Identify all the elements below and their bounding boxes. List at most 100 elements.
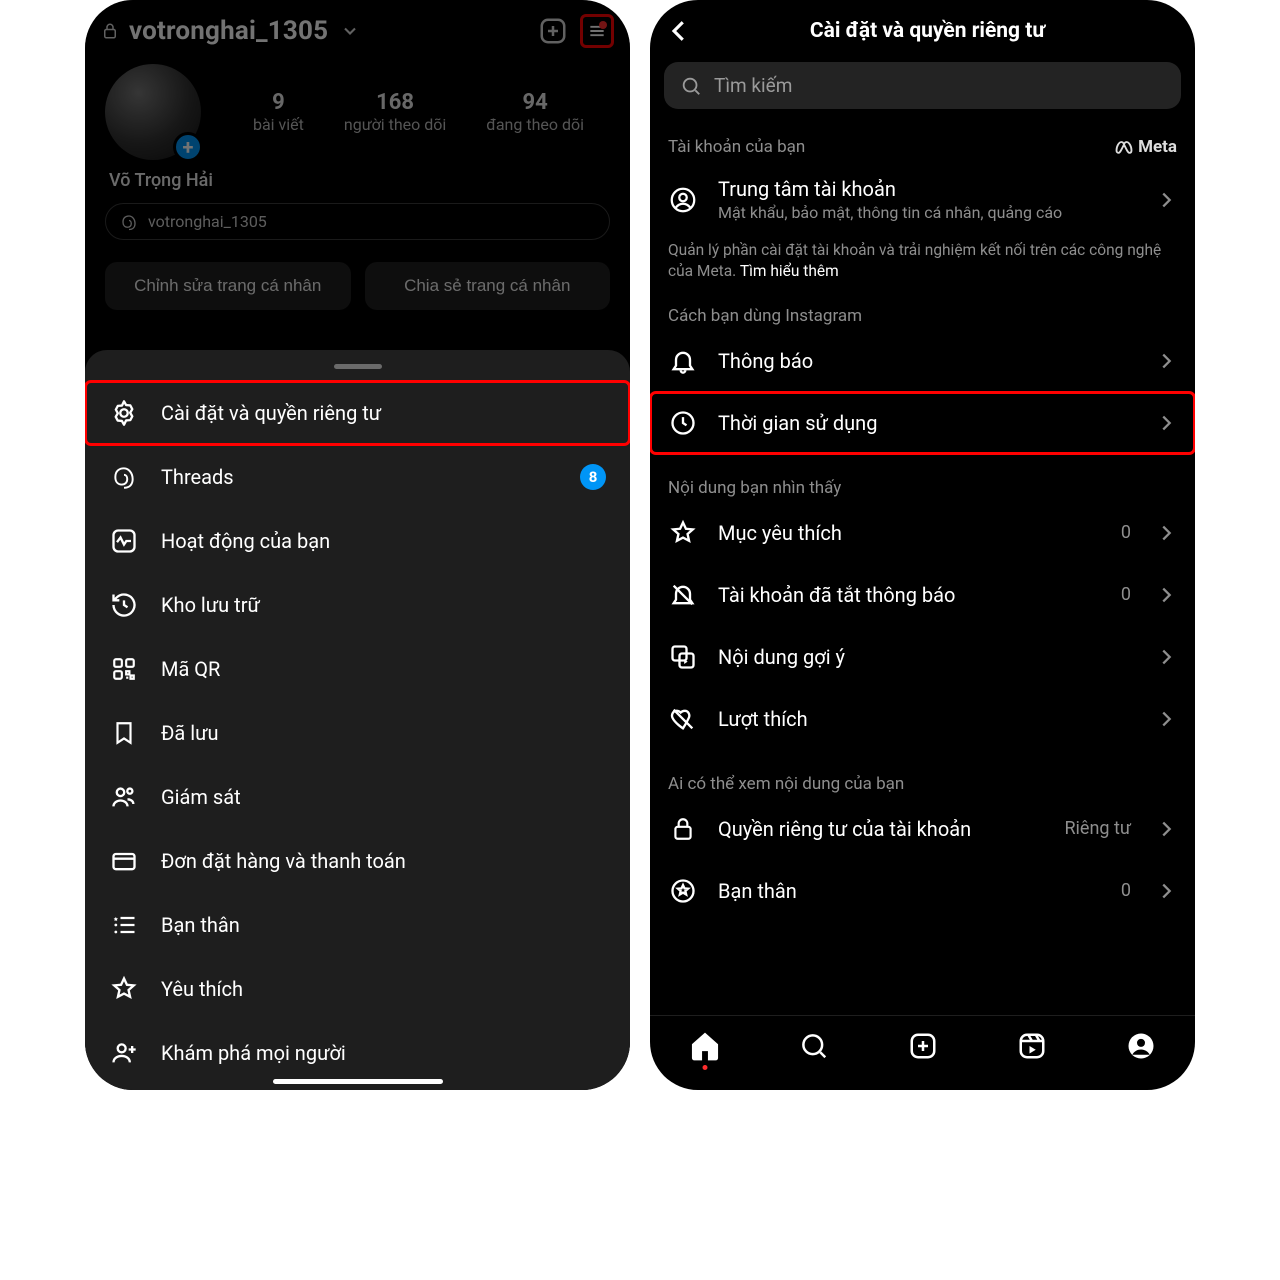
threads-chip[interactable]: votronghai_1305 [105,203,610,240]
row-title: Mục yêu thích [718,521,1101,545]
add-story-icon[interactable]: + [173,132,203,162]
learn-more-link[interactable]: Tìm hiểu thêm [740,262,839,280]
edit-profile-button[interactable]: Chỉnh sửa trang cá nhân [105,262,351,310]
star-circle-icon [668,876,698,906]
menu-item-supervision[interactable]: Giám sát [85,765,630,829]
search-placeholder: Tìm kiếm [714,74,792,97]
section-account-header: Tài khoản của bạn Meta [650,127,1195,161]
menu-label: Hoạt động của bạn [161,529,330,553]
section-usage-header: Cách bạn dùng Instagram [650,296,1195,330]
home-indicator [273,1079,443,1084]
row-account-center[interactable]: Trung tâm tài khoản Mật khẩu, bảo mật, t… [650,161,1195,238]
sheet-grabber[interactable] [334,364,382,369]
menu-label: Yêu thích [161,977,243,1001]
section-privacy-header: Ai có thể xem nội dung của bạn [650,764,1195,798]
menu-label: Threads [161,465,234,489]
create-button[interactable] [536,14,570,48]
tab-home[interactable] [685,1026,725,1066]
archive-icon [109,590,139,620]
threads-icon [109,462,139,492]
chevron-right-icon [1155,522,1177,544]
bell-icon [668,346,698,376]
list-star-icon [109,910,139,940]
menu-item-qr[interactable]: Mã QR [85,637,630,701]
media-icon [668,642,698,672]
menu-item-discover[interactable]: Khám phá mọi người [85,1021,630,1085]
menu-label: Bạn thân [161,913,240,937]
chevron-right-icon [1155,708,1177,730]
menu-item-threads[interactable]: Threads 8 [85,445,630,509]
menu-item-saved[interactable]: Đã lưu [85,701,630,765]
activity-icon [109,526,139,556]
menu-label: Mã QR [161,657,220,681]
menu-item-settings[interactable]: Cài đặt và quyền riêng tư [85,381,630,445]
row-favorites[interactable]: Mục yêu thích 0 [650,502,1195,564]
profile-topbar: votronghai_1305 [85,0,630,54]
display-name: Võ Trọng Hải [85,160,630,191]
row-subtitle: Mật khẩu, bảo mật, thông tin cá nhân, qu… [718,203,1135,222]
row-privacy[interactable]: Quyền riêng tư của tài khoản Riêng tư [650,798,1195,860]
star-icon [109,974,139,1004]
section-content-header: Nội dung bạn nhìn thấy [650,468,1195,502]
row-title: Quyền riêng tư của tài khoản [718,817,1044,841]
row-muted[interactable]: Tài khoản đã tắt thông báo 0 [650,564,1195,626]
chevron-right-icon [1155,189,1177,211]
row-value: Riêng tư [1064,818,1131,839]
account-description: Quản lý phần cài đặt tài khoản và trải n… [650,238,1195,296]
chevron-right-icon [1155,818,1177,840]
gear-icon [109,398,139,428]
settings-screen: Cài đặt và quyền riêng tư Tìm kiếm Tài k… [650,0,1195,1090]
star-icon [668,518,698,548]
heart-off-icon [668,704,698,734]
row-close-friends[interactable]: Bạn thân 0 [650,860,1195,922]
username[interactable]: votronghai_1305 [129,16,328,46]
avatar[interactable]: + [105,64,201,160]
threads-icon [120,213,138,231]
page-title: Cài đặt và quyền riêng tư [674,19,1181,43]
tab-profile[interactable] [1121,1026,1161,1066]
menu-label: Cài đặt và quyền riêng tư [161,401,381,425]
profile-screen: votronghai_1305 + 9 bài viết 168 người t… [85,0,630,1090]
following-stat[interactable]: 94 đang theo dõi [486,90,584,134]
menu-item-close-friends[interactable]: Bạn thân [85,893,630,957]
bookmark-icon [109,718,139,748]
row-screen-time[interactable]: Thời gian sử dụng [650,392,1195,454]
card-icon [109,846,139,876]
meta-logo: Meta [1114,137,1177,157]
tab-reels[interactable] [1012,1026,1052,1066]
menu-item-favorites[interactable]: Yêu thích [85,957,630,1021]
tab-create[interactable] [903,1026,943,1066]
menu-item-activity[interactable]: Hoạt động của bạn [85,509,630,573]
chevron-right-icon [1155,646,1177,668]
row-suggested[interactable]: Nội dung gợi ý [650,626,1195,688]
qr-icon [109,654,139,684]
menu-label: Kho lưu trữ [161,593,260,617]
menu-item-archive[interactable]: Kho lưu trữ [85,573,630,637]
menu-button[interactable] [580,14,614,48]
lock-icon [668,814,698,844]
row-likes[interactable]: Lượt thích [650,688,1195,750]
share-profile-button[interactable]: Chia sẻ trang cá nhân [365,262,611,310]
menu-label: Đã lưu [161,721,219,745]
followers-stat[interactable]: 168 người theo dõi [344,90,446,134]
search-icon [680,75,702,97]
badge-count: 8 [580,464,606,490]
row-count: 0 [1121,880,1131,901]
row-title: Tài khoản đã tắt thông báo [718,583,1101,607]
posts-stat[interactable]: 9 bài viết [253,90,304,134]
people-icon [109,782,139,812]
account-center-icon [668,185,698,215]
row-title: Nội dung gợi ý [718,645,1135,669]
row-title: Thời gian sử dụng [718,411,1135,435]
notification-dot-icon [702,1065,707,1070]
menu-item-orders[interactable]: Đơn đặt hàng và thanh toán [85,829,630,893]
row-title: Lượt thích [718,707,1135,731]
row-count: 0 [1121,522,1131,543]
row-title: Thông báo [718,349,1135,373]
tab-search[interactable] [794,1026,834,1066]
tab-bar [650,1015,1195,1090]
row-notifications[interactable]: Thông báo [650,330,1195,392]
chevron-down-icon[interactable] [340,21,360,41]
row-count: 0 [1121,584,1131,605]
search-input[interactable]: Tìm kiếm [664,62,1181,109]
